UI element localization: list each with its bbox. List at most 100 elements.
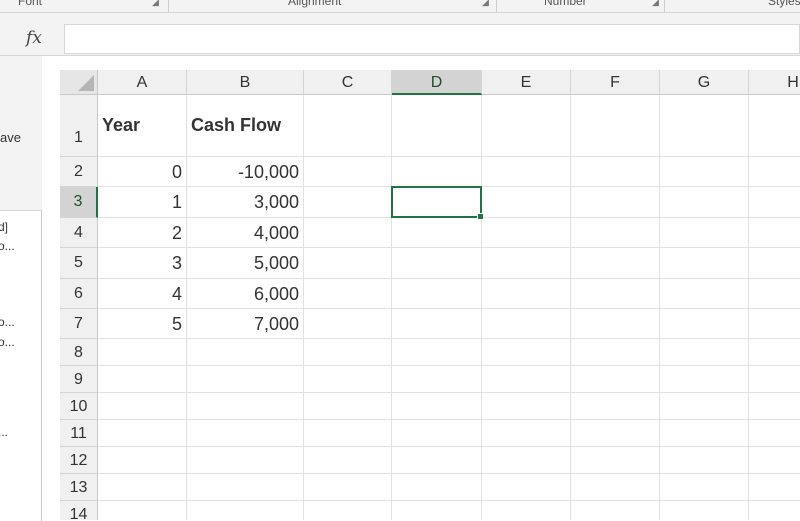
spreadsheet-grid[interactable]: A B C D E F G H 1 Year Cash Flow 2 0 -10,000 3 1 3,000 4 2… xyxy=(60,70,800,520)
cell-a9[interactable] xyxy=(98,366,187,393)
cell-a11[interactable] xyxy=(98,420,187,447)
cell-d12[interactable] xyxy=(392,447,482,474)
cell-c7[interactable] xyxy=(304,309,392,339)
cell-a3[interactable]: 1 xyxy=(98,187,187,218)
row-header-14[interactable]: 14 xyxy=(60,501,98,520)
save-label[interactable]: ave xyxy=(0,130,21,145)
cell-d1[interactable] xyxy=(392,95,482,157)
cell-a10[interactable] xyxy=(98,393,187,420)
cell-c14[interactable] xyxy=(304,501,392,520)
list-item[interactable]: d] xyxy=(0,220,8,234)
cell-g2[interactable] xyxy=(660,157,749,187)
cell-b7[interactable]: 7,000 xyxy=(187,309,304,339)
cell-h12[interactable] xyxy=(749,447,800,474)
column-header-g[interactable]: G xyxy=(660,70,749,95)
cell-e5[interactable] xyxy=(482,248,571,279)
list-item[interactable]: o... xyxy=(0,335,15,349)
row-header-1[interactable]: 1 xyxy=(60,95,98,157)
insert-function-icon[interactable]: fx xyxy=(22,27,46,49)
cell-e12[interactable] xyxy=(482,447,571,474)
cell-g1[interactable] xyxy=(660,95,749,157)
cell-b4[interactable]: 4,000 xyxy=(187,218,304,248)
select-all-button[interactable] xyxy=(60,70,98,95)
cell-g9[interactable] xyxy=(660,366,749,393)
row-header-4[interactable]: 4 xyxy=(60,218,98,248)
cell-c12[interactable] xyxy=(304,447,392,474)
formula-input[interactable] xyxy=(64,24,800,54)
cell-d9[interactable] xyxy=(392,366,482,393)
cell-e3[interactable] xyxy=(482,187,571,218)
cell-f10[interactable] xyxy=(571,393,660,420)
cell-f3[interactable] xyxy=(571,187,660,218)
cell-f11[interactable] xyxy=(571,420,660,447)
column-header-e[interactable]: E xyxy=(482,70,571,95)
cell-h14[interactable] xyxy=(749,501,800,520)
cell-b6[interactable]: 6,000 xyxy=(187,279,304,309)
cell-b13[interactable] xyxy=(187,474,304,501)
cell-b9[interactable] xyxy=(187,366,304,393)
cell-g13[interactable] xyxy=(660,474,749,501)
cell-d2[interactable] xyxy=(392,157,482,187)
cell-e1[interactable] xyxy=(482,95,571,157)
cell-h13[interactable] xyxy=(749,474,800,501)
cell-d14[interactable] xyxy=(392,501,482,520)
cell-d5[interactable] xyxy=(392,248,482,279)
cell-f13[interactable] xyxy=(571,474,660,501)
cell-h8[interactable] xyxy=(749,339,800,366)
row-header-7[interactable]: 7 xyxy=(60,309,98,339)
cell-a13[interactable] xyxy=(98,474,187,501)
cell-e14[interactable] xyxy=(482,501,571,520)
cell-f5[interactable] xyxy=(571,248,660,279)
cell-e9[interactable] xyxy=(482,366,571,393)
row-header-9[interactable]: 9 xyxy=(60,366,98,393)
cell-b5[interactable]: 5,000 xyxy=(187,248,304,279)
cell-c6[interactable] xyxy=(304,279,392,309)
cell-c9[interactable] xyxy=(304,366,392,393)
cell-g5[interactable] xyxy=(660,248,749,279)
cell-e8[interactable] xyxy=(482,339,571,366)
cell-f12[interactable] xyxy=(571,447,660,474)
column-header-a[interactable]: A xyxy=(98,70,187,95)
column-header-d[interactable]: D xyxy=(392,70,482,95)
cell-a8[interactable] xyxy=(98,339,187,366)
cell-h6[interactable] xyxy=(749,279,800,309)
cell-f9[interactable] xyxy=(571,366,660,393)
cell-c13[interactable] xyxy=(304,474,392,501)
cell-e10[interactable] xyxy=(482,393,571,420)
cell-a7[interactable]: 5 xyxy=(98,309,187,339)
cell-c8[interactable] xyxy=(304,339,392,366)
cell-c2[interactable] xyxy=(304,157,392,187)
cell-f1[interactable] xyxy=(571,95,660,157)
row-header-8[interactable]: 8 xyxy=(60,339,98,366)
cell-h11[interactable] xyxy=(749,420,800,447)
cell-d8[interactable] xyxy=(392,339,482,366)
cell-b3[interactable]: 3,000 xyxy=(187,187,304,218)
row-header-12[interactable]: 12 xyxy=(60,447,98,474)
cell-h3[interactable] xyxy=(749,187,800,218)
cell-d11[interactable] xyxy=(392,420,482,447)
cell-d7[interactable] xyxy=(392,309,482,339)
cell-d3[interactable] xyxy=(392,187,482,218)
list-item[interactable]: o... xyxy=(0,315,15,329)
cell-h2[interactable] xyxy=(749,157,800,187)
cell-h10[interactable] xyxy=(749,393,800,420)
cell-h4[interactable] xyxy=(749,218,800,248)
column-header-f[interactable]: F xyxy=(571,70,660,95)
list-item[interactable]: ... xyxy=(0,425,8,439)
font-dialog-launcher-icon[interactable]: ◢ xyxy=(152,0,159,8)
cell-a5[interactable]: 3 xyxy=(98,248,187,279)
cell-g14[interactable] xyxy=(660,501,749,520)
cell-b11[interactable] xyxy=(187,420,304,447)
cell-d4[interactable] xyxy=(392,218,482,248)
row-header-3[interactable]: 3 xyxy=(60,187,98,218)
cell-c1[interactable] xyxy=(304,95,392,157)
cell-f6[interactable] xyxy=(571,279,660,309)
cell-g12[interactable] xyxy=(660,447,749,474)
cell-f4[interactable] xyxy=(571,218,660,248)
cell-b14[interactable] xyxy=(187,501,304,520)
cell-h5[interactable] xyxy=(749,248,800,279)
cell-a14[interactable] xyxy=(98,501,187,520)
row-header-5[interactable]: 5 xyxy=(60,248,98,279)
column-header-b[interactable]: B xyxy=(187,70,304,95)
cell-g6[interactable] xyxy=(660,279,749,309)
